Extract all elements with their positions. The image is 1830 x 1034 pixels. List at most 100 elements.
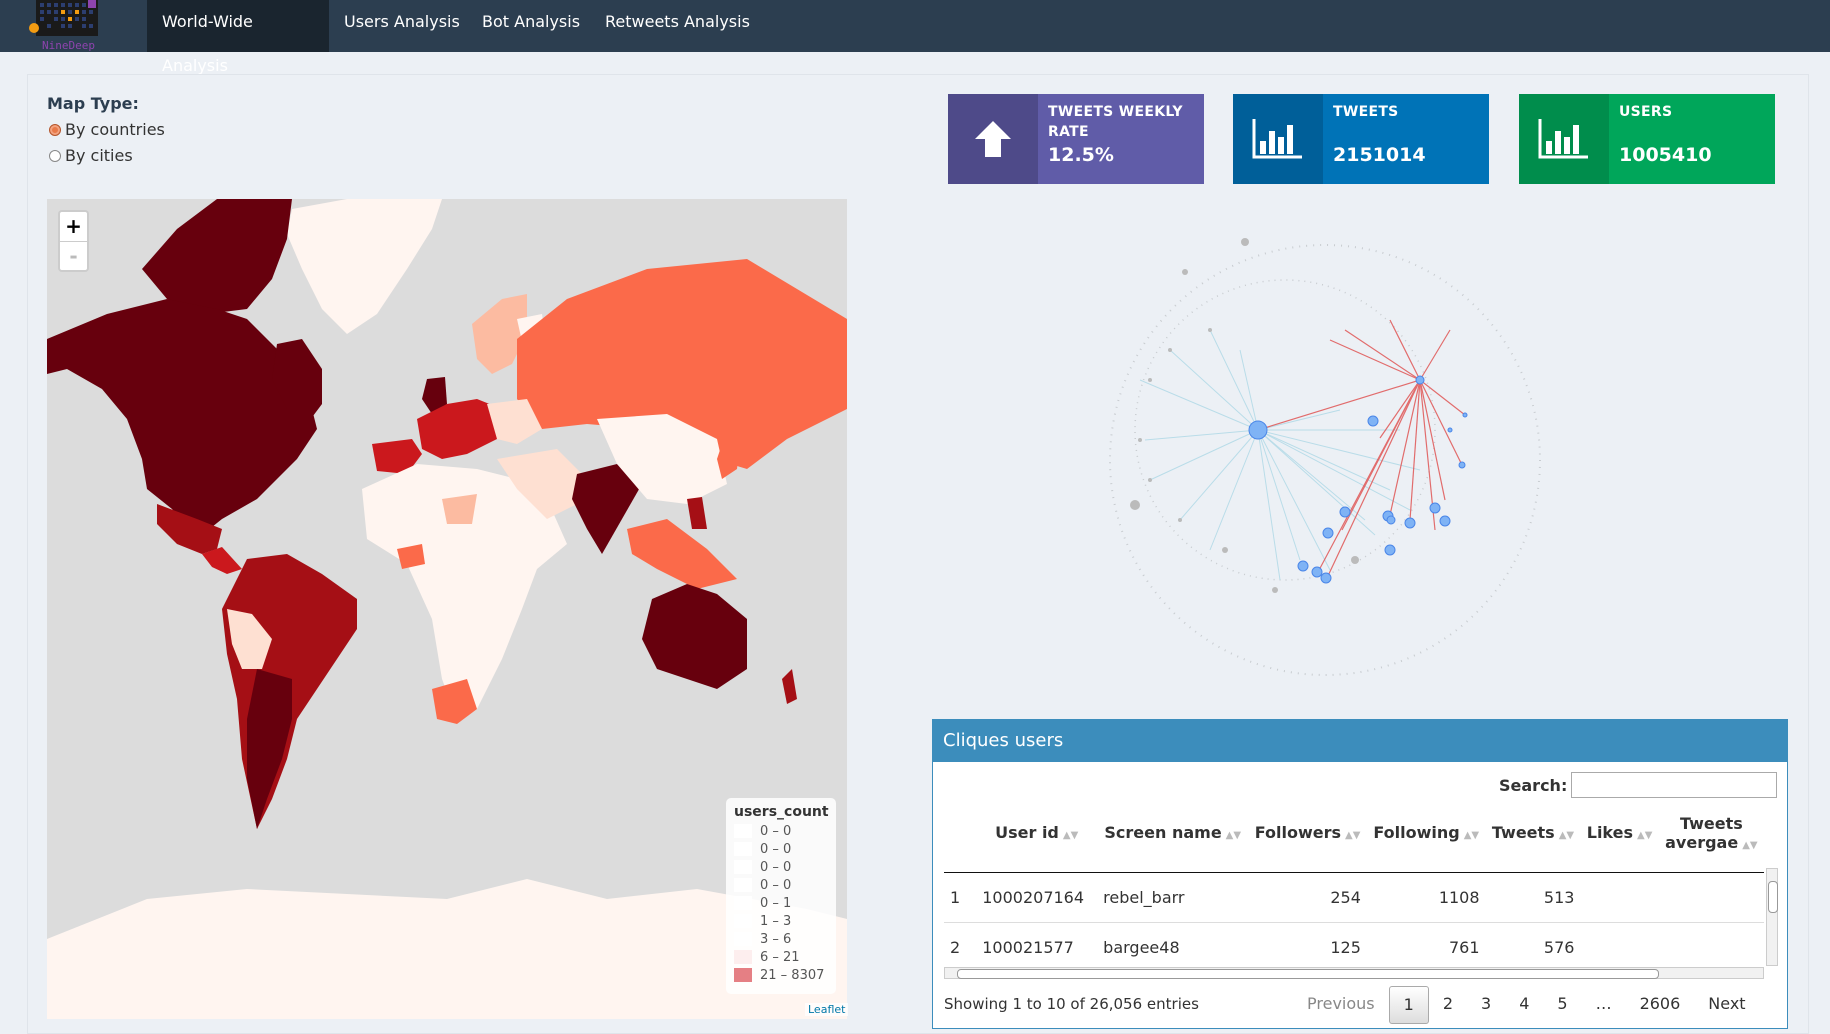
cell-tweets-average	[1658, 872, 1764, 923]
radio-by-cities[interactable]: By cities	[49, 146, 133, 165]
cell-screen-name: bargee48	[1097, 922, 1249, 973]
stat-users: USERS 1005410	[1519, 94, 1775, 184]
legend-title: users_count	[734, 804, 829, 820]
legend-range: 3 – 6	[760, 931, 792, 947]
cell-following: 1108	[1366, 872, 1486, 923]
table-header-row: User id ▲▼ Screen name ▲▼ Followers ▲▼ Foll…	[944, 794, 1764, 873]
pagination-page[interactable]: 2606	[1626, 986, 1695, 1022]
pagination-page[interactable]: 3	[1467, 986, 1505, 1022]
cell-followers: 125	[1248, 922, 1367, 973]
legend-swatch	[734, 896, 752, 910]
legend-range: 1 – 3	[760, 913, 792, 929]
column-following[interactable]: Following ▲▼	[1366, 794, 1486, 873]
cell-index: 2	[944, 922, 977, 973]
table-info: Showing 1 to 10 of 26,056 entries	[944, 995, 1199, 1013]
map-zoom-control: + -	[58, 210, 89, 272]
pagination-previous[interactable]: Previous	[1293, 986, 1389, 1022]
column-screen-name[interactable]: Screen name ▲▼	[1097, 794, 1249, 873]
legend-row: 0 – 1	[734, 894, 828, 912]
legend-swatch	[734, 878, 752, 892]
column-followers[interactable]: Followers ▲▼	[1248, 794, 1367, 873]
column-label: Screen name	[1104, 823, 1222, 843]
nav-bot-analysis[interactable]: Bot Analysis	[467, 0, 595, 52]
logo-text: NineDeep	[42, 39, 95, 52]
legend-range: 0 – 0	[760, 859, 792, 875]
pagination-page[interactable]: 4	[1505, 986, 1543, 1022]
cliques-title: Cliques users	[933, 720, 1787, 762]
table-row[interactable]: 1 1000207164 rebel_barr 254 1108 513	[944, 872, 1764, 923]
legend-row: 3 – 6	[734, 930, 828, 948]
sort-icon[interactable]: ▲▼	[1464, 830, 1479, 841]
legend-row: 21 – 8307	[734, 966, 828, 984]
legend-range: 0 – 0	[760, 823, 792, 839]
cell-screen-name: rebel_barr	[1097, 872, 1249, 923]
legend-swatch	[734, 968, 752, 982]
map-legend: users_count 0 – 0 0 – 0 0 – 0 0 – 0 0 – …	[726, 798, 836, 994]
column-user-id[interactable]: User id ▲▼	[976, 794, 1098, 873]
pagination-page[interactable]: 5	[1543, 986, 1581, 1022]
table-row[interactable]: 2 100021577 bargee48 125 761 576	[944, 922, 1764, 973]
cell-index: 1	[944, 872, 977, 923]
bar-chart-icon	[1519, 94, 1609, 184]
sort-icon[interactable]: ▲▼	[1742, 840, 1757, 851]
sort-icon[interactable]: ▲▼	[1559, 830, 1574, 841]
legend-row: 0 – 0	[734, 840, 828, 858]
nav-users-analysis[interactable]: Users Analysis	[329, 0, 475, 52]
zoom-in-button[interactable]: +	[60, 212, 87, 241]
pagination-page[interactable]: 2	[1429, 986, 1467, 1022]
sort-icon[interactable]: ▲▼	[1345, 830, 1360, 841]
sort-icon[interactable]: ▲▼	[1637, 830, 1652, 841]
sort-icon[interactable]: ▲▼	[1063, 830, 1078, 841]
cell-user-id: 1000207164	[976, 872, 1098, 923]
legend-row: 0 – 0	[734, 822, 828, 840]
leaflet-attribution-link[interactable]: Leaflet	[805, 1003, 849, 1016]
column-tweets-average[interactable]: Tweets avergae ▲▼	[1658, 794, 1764, 873]
column-label: Likes	[1586, 823, 1634, 843]
column-likes[interactable]: Likes ▲▼	[1580, 794, 1659, 873]
pagination-page[interactable]: 1	[1388, 986, 1429, 1024]
radio-button-unchecked[interactable]	[49, 149, 61, 162]
top-navbar: NineDeep World-Wide Analysis Users Analy…	[0, 0, 1830, 75]
legend-swatch	[734, 950, 752, 964]
search-label: Search:	[1499, 776, 1568, 795]
column-label: User id	[995, 823, 1059, 843]
legend-range: 21 – 8307	[760, 967, 825, 983]
cell-tweets-average	[1658, 922, 1764, 973]
legend-row: 6 – 21	[734, 948, 828, 966]
stat-label: USERS	[1619, 104, 1673, 120]
legend-range: 0 – 1	[760, 895, 792, 911]
table-vertical-scrollbar[interactable]	[1766, 868, 1778, 966]
bar-chart-icon	[1233, 94, 1323, 184]
arrow-up-icon	[948, 94, 1038, 184]
legend-range: 0 – 0	[760, 841, 792, 857]
ninedeep-logo[interactable]: NineDeep	[28, 0, 110, 52]
radio-by-countries[interactable]: By countries	[49, 120, 165, 139]
column-index[interactable]	[944, 794, 977, 873]
nav-world-wide-analysis[interactable]: World-Wide Analysis	[147, 0, 329, 75]
cliques-users-panel: Cliques users Search: User id ▲▼ Screen n…	[932, 719, 1788, 1029]
radio-label-countries: By countries	[65, 120, 165, 139]
legend-row: 1 – 3	[734, 912, 828, 930]
radio-button-checked[interactable]	[49, 123, 61, 136]
scrollbar-thumb[interactable]	[957, 969, 1659, 979]
sort-icon[interactable]: ▲▼	[1226, 830, 1241, 841]
stat-value: 2151014	[1333, 144, 1426, 166]
column-label: Tweets avergae	[1665, 813, 1743, 852]
column-label: Followers	[1254, 823, 1342, 843]
legend-range: 6 – 21	[760, 949, 800, 965]
cell-following: 761	[1366, 922, 1486, 973]
network-graph[interactable]	[1090, 230, 1570, 690]
column-tweets[interactable]: Tweets ▲▼	[1485, 794, 1581, 873]
zoom-out-button[interactable]: -	[60, 241, 87, 271]
cell-tweets: 513	[1485, 872, 1581, 923]
column-label: Following	[1373, 823, 1460, 843]
cliques-table: User id ▲▼ Screen name ▲▼ Followers ▲▼ Foll…	[944, 794, 1764, 973]
cell-likes	[1580, 872, 1659, 923]
legend-row: 0 – 0	[734, 858, 828, 876]
nav-retweets-analysis[interactable]: Retweets Analysis	[590, 0, 765, 52]
table-horizontal-scrollbar[interactable]	[944, 967, 1764, 979]
stat-tweets-weekly-rate: TWEETS WEEKLY RATE 12.5%	[948, 94, 1204, 184]
scrollbar-thumb[interactable]	[1768, 881, 1778, 913]
pagination-next[interactable]: Next	[1694, 986, 1759, 1022]
cell-likes	[1580, 922, 1659, 973]
